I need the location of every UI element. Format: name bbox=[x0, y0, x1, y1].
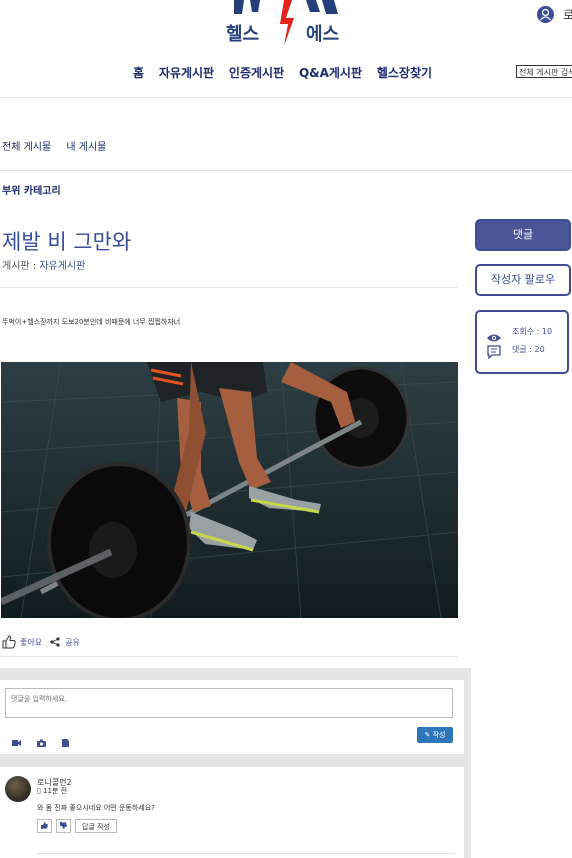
camera-icon[interactable] bbox=[37, 732, 46, 747]
commenter-avatar[interactable] bbox=[5, 776, 31, 802]
main-nav: 홈 자유게시판 인증게시판 Q&A게시판 헬스장찾기 bbox=[133, 64, 443, 81]
tab-all-posts[interactable]: 전체 게시물 bbox=[2, 142, 51, 153]
divider bbox=[0, 97, 572, 98]
share-label[interactable]: 공유 bbox=[65, 637, 80, 648]
nav-item-proof-board[interactable]: 인증게시판 bbox=[229, 66, 284, 80]
board-prefix: 게시판 : bbox=[2, 261, 40, 272]
file-icon[interactable] bbox=[62, 732, 70, 747]
comment-count: 댓글 : 20 bbox=[512, 345, 545, 354]
comment-item: 로니콜먼2 ▯ 11분 전 와 몸 진짜 좋으시네요 어떤 운동하세요? 답글 … bbox=[0, 767, 464, 858]
nav-item-free-board[interactable]: 자유게시판 bbox=[159, 66, 214, 80]
user-avatar-icon[interactable] bbox=[537, 6, 554, 23]
divider bbox=[0, 170, 572, 171]
submit-comment-button[interactable]: ✎ 작성 bbox=[417, 727, 453, 743]
logo-text-left: 헬스 bbox=[226, 24, 260, 45]
comment-bubble-icon bbox=[487, 344, 501, 363]
thumbs-up-icon bbox=[41, 822, 48, 829]
follow-author-button[interactable]: 작성자 팔로우 bbox=[475, 264, 571, 296]
nav-item-gym-finder[interactable]: 헬스장찾기 bbox=[377, 66, 432, 80]
post-title: 제발 비 그만와 bbox=[2, 230, 132, 254]
post-body: 뚜벅이+헬스장까지 도보20분인데 비때문에 너무 찝찝하자너 bbox=[2, 318, 181, 326]
divider bbox=[0, 287, 458, 288]
logo-text-right: 에스 bbox=[306, 24, 340, 45]
search-input[interactable]: 전체 게시판 검색 bbox=[516, 65, 572, 78]
thumbs-down-icon bbox=[60, 822, 67, 829]
video-icon[interactable] bbox=[12, 732, 21, 746]
view-count: 조회수 : 10 bbox=[512, 327, 553, 336]
login-link[interactable]: 로 bbox=[563, 6, 572, 23]
body-part-category[interactable]: 부위 카테고리 bbox=[2, 182, 61, 197]
post-board-label: 게시판 : 자유게시판 bbox=[2, 257, 85, 272]
tab-my-posts[interactable]: 내 게시물 bbox=[66, 142, 106, 153]
post-stats: 조회수 : 10 댓글 : 20 bbox=[475, 310, 569, 374]
comment-time: ▯ 11분 전 bbox=[37, 787, 68, 795]
post-actions: 좋아요 공유 bbox=[2, 635, 80, 649]
comment-text: 와 몸 진짜 좋으시네요 어떤 운동하세요? bbox=[37, 804, 155, 812]
board-tabs: 전체 게시물 내 게시물 bbox=[2, 138, 118, 153]
comment-like-button[interactable] bbox=[37, 819, 52, 833]
nav-item-home[interactable]: 홈 bbox=[133, 66, 144, 80]
comment-form: ✎ 작성 bbox=[0, 680, 464, 754]
site-logo[interactable]: 헬스 에스 bbox=[222, 0, 352, 48]
thumbs-up-icon[interactable] bbox=[2, 635, 16, 649]
reply-button[interactable]: 답글 작성 bbox=[75, 819, 117, 833]
post-image bbox=[1, 362, 458, 618]
comment-button[interactable]: 댓글 bbox=[475, 219, 571, 251]
divider bbox=[0, 656, 458, 657]
nav-item-qa-board[interactable]: Q&A게시판 bbox=[299, 66, 362, 80]
board-name-link[interactable]: 자유게시판 bbox=[39, 261, 85, 272]
share-icon[interactable] bbox=[50, 637, 60, 647]
like-label[interactable]: 좋아요 bbox=[20, 637, 42, 648]
comment-input[interactable] bbox=[5, 688, 453, 718]
comment-dislike-button[interactable] bbox=[56, 819, 71, 833]
divider bbox=[37, 853, 455, 854]
